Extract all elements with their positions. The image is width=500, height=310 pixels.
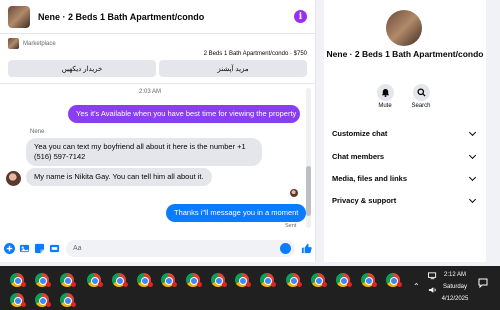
marketplace-thumbnail[interactable]: [8, 38, 19, 49]
chevron-down-icon: [468, 173, 477, 181]
details-title: Nene · 2 Beds 1 Bath Apartment/condo: [326, 49, 484, 59]
customize-chat-section[interactable]: Customize chat: [332, 126, 478, 140]
notification-badge: [297, 282, 302, 287]
outgoing-message[interactable]: Thanks i"ll message you in a moment: [166, 204, 307, 222]
taskbar: ⌃ 2:12 AM Saturday 4/12/2025: [0, 266, 500, 310]
listing-photo[interactable]: [386, 10, 422, 46]
sender-avatar[interactable]: [6, 171, 21, 186]
notification-badge: [46, 302, 51, 307]
notification-badge: [21, 282, 26, 287]
composer-bar: Aa: [0, 234, 316, 262]
message-timestamp: 2:03 AM: [138, 89, 161, 95]
mute-button[interactable]: Mute: [370, 84, 400, 109]
notification-badge: [71, 302, 76, 307]
chat-members-section[interactable]: Chat members: [332, 149, 478, 163]
chevron-down-icon: [468, 151, 477, 159]
gif-icon[interactable]: [49, 243, 60, 254]
marketplace-banner: Marketplace 2 Beds 1 Bath Apartment/cond…: [0, 34, 315, 84]
message-list: 2:03 AM Yes it's Available when you have…: [0, 86, 316, 234]
sticker-icon[interactable]: [34, 243, 45, 254]
notification-badge: [148, 282, 153, 287]
chevron-up-icon[interactable]: ⌃: [413, 282, 420, 291]
scrollbar-thumb[interactable]: [306, 166, 311, 216]
incoming-message[interactable]: Yea you can text my boyfriend all about …: [26, 138, 262, 166]
bell-icon[interactable]: [376, 84, 394, 101]
more-options-button[interactable]: مزید آپشنز: [159, 60, 307, 77]
message-input-placeholder: Aa: [73, 244, 82, 252]
network-icon[interactable]: [428, 272, 437, 282]
outgoing-message[interactable]: Yes it's Available when you have best ti…: [68, 105, 300, 123]
notification-badge: [123, 282, 128, 287]
listing-thumbnail[interactable]: [8, 5, 30, 28]
section-label: Privacy & support: [332, 195, 397, 205]
search-label: Search: [411, 103, 431, 109]
notification-badge: [21, 302, 26, 307]
marketplace-label: Marketplace: [23, 40, 56, 47]
notification-badge: [172, 282, 177, 287]
privacy-support-section[interactable]: Privacy & support: [332, 193, 478, 207]
clock-time[interactable]: 2:12 AM: [440, 272, 470, 278]
chat-title[interactable]: Nene · 2 Beds 1 Bath Apartment/condo: [38, 12, 294, 22]
notification-badge: [71, 282, 76, 287]
like-icon[interactable]: [301, 243, 312, 254]
notification-badge: [397, 282, 402, 287]
clock-date[interactable]: 4/12/2025: [438, 296, 472, 302]
view-buyers-button[interactable]: خریدار دیکهیں: [8, 60, 156, 77]
section-label: Media, files and links: [332, 173, 408, 183]
chat-pane: Nene · 2 Beds 1 Bath Apartment/condo i M…: [0, 0, 316, 262]
notification-badge: [246, 282, 251, 287]
chat-header: Nene · 2 Beds 1 Bath Apartment/condo i: [0, 0, 315, 34]
mute-label: Mute: [378, 103, 392, 109]
incoming-message[interactable]: My name is Nikita Gay. You can tell him …: [26, 168, 212, 186]
chevron-down-icon: [468, 128, 477, 136]
section-label: Chat members: [332, 151, 385, 161]
listing-summary[interactable]: 2 Beds 1 Bath Apartment/condo · $750: [8, 51, 307, 57]
notification-badge: [222, 282, 227, 287]
section-label: Customize chat: [332, 128, 388, 138]
notification-badge: [46, 282, 51, 287]
notification-badge: [98, 282, 103, 287]
notification-badge: [197, 282, 202, 287]
search-button[interactable]: Search: [406, 84, 436, 109]
message-input[interactable]: Aa: [66, 239, 295, 257]
notifications-icon[interactable]: [478, 278, 488, 290]
emoji-icon[interactable]: [280, 242, 291, 254]
notification-badge: [322, 282, 327, 287]
chevron-down-icon: [468, 195, 477, 203]
sender-name: Nene: [30, 129, 45, 135]
plus-icon[interactable]: [4, 242, 15, 254]
notification-badge: [347, 282, 352, 287]
message-status: Sent: [285, 223, 297, 229]
media-files-section[interactable]: Media, files and links: [332, 171, 478, 185]
volume-icon[interactable]: [428, 286, 437, 296]
notification-badge: [271, 282, 276, 287]
photo-icon[interactable]: [19, 243, 30, 254]
read-receipt-avatar: [290, 189, 298, 197]
search-icon[interactable]: [412, 84, 430, 101]
message-scrollbar[interactable]: [306, 88, 311, 228]
clock-day[interactable]: Saturday: [440, 284, 470, 290]
details-pane: Nene · 2 Beds 1 Bath Apartment/condo Mut…: [324, 0, 486, 262]
info-icon[interactable]: i: [294, 10, 307, 23]
notification-badge: [372, 282, 377, 287]
